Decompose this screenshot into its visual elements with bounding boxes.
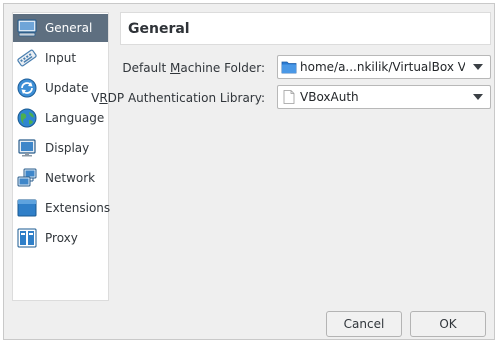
sidebar-item-label: Update [45, 81, 89, 95]
extensions-icon [17, 199, 37, 217]
sidebar-item-display[interactable]: Display [13, 134, 108, 162]
vrdp-library-label: VRDP Authentication Library: [91, 91, 265, 105]
chevron-down-icon[interactable] [465, 56, 490, 78]
machine-folder-value: home/a...nkilik/VirtualBox VMs [300, 60, 465, 74]
monitor-icon [17, 19, 37, 37]
vrdp-library-combobox[interactable]: VBoxAuth [277, 85, 491, 109]
folder-icon [281, 61, 297, 74]
sidebar-item-extensions[interactable]: Extensions [13, 194, 111, 222]
keyboard-icon [17, 49, 37, 67]
sidebar-item-input[interactable]: Input [13, 44, 108, 72]
settings-sidebar: General Input Update Language Display Ne… [12, 12, 111, 301]
proxy-icon [17, 228, 37, 248]
sidebar-item-label: Language [45, 111, 105, 125]
page-header: General [120, 12, 491, 45]
chevron-down-icon[interactable] [465, 86, 490, 108]
file-icon [283, 90, 295, 104]
page-title: General [128, 20, 190, 37]
sidebar-item-network[interactable]: Network [13, 164, 108, 192]
ok-button[interactable]: OK [410, 311, 486, 337]
sidebar-item-label: Proxy [45, 231, 78, 245]
update-icon [17, 78, 37, 98]
sidebar-item-language[interactable]: Language [13, 104, 108, 132]
preferences-window: General Input Update Language Display Ne… [3, 3, 495, 340]
sidebar-item-label: Extensions [45, 201, 111, 215]
sidebar-item-label: General [45, 21, 93, 35]
network-icon [17, 168, 37, 187]
sidebar-item-proxy[interactable]: Proxy [13, 224, 108, 252]
sidebar-item-label: Display [45, 141, 90, 155]
vrdp-library-value: VBoxAuth [300, 90, 359, 104]
sidebar-item-label: Network [45, 171, 96, 185]
machine-folder-combobox[interactable]: home/a...nkilik/VirtualBox VMs [277, 55, 491, 79]
machine-folder-label: Default Machine Folder: [122, 61, 265, 75]
sidebar-item-label: Input [45, 51, 77, 65]
globe-icon [17, 108, 37, 128]
sidebar-item-general[interactable]: General [13, 14, 108, 42]
cancel-button[interactable]: Cancel [326, 311, 402, 337]
display-icon [18, 139, 36, 157]
